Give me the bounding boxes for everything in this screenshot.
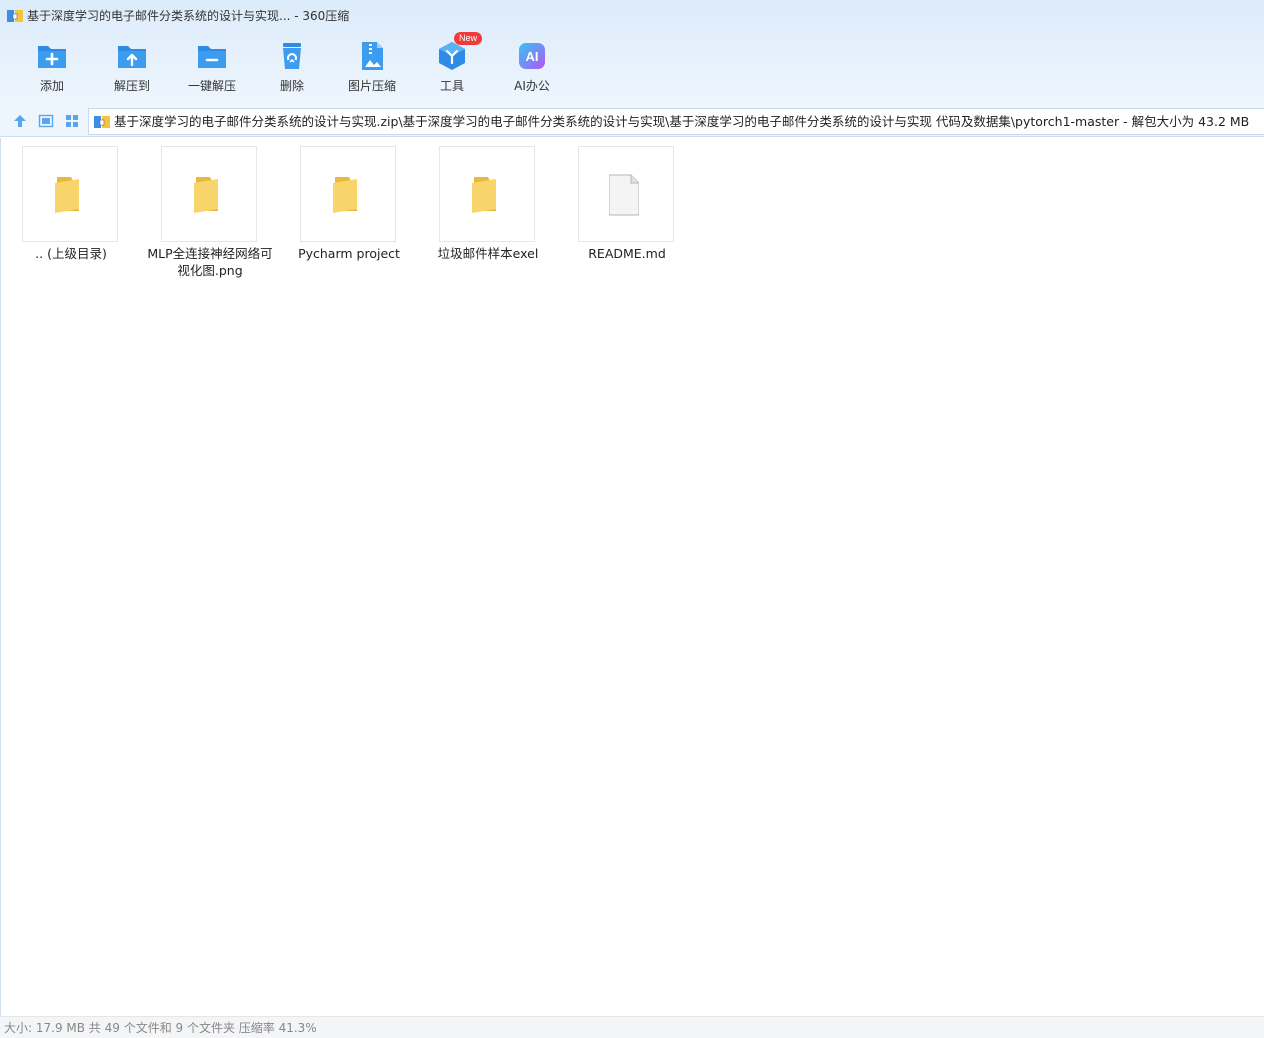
new-badge: New [454, 32, 482, 45]
header: 基于深度学习的电子邮件分类系统的设计与实现... - 360压缩 添加 解压到 [0, 0, 1264, 105]
one-click-extract-button[interactable]: 一键解压 [172, 36, 252, 100]
detail-view-icon[interactable] [38, 113, 54, 129]
grid-view-icon[interactable] [64, 113, 80, 129]
status-text: 大小: 17.9 MB 共 49 个文件和 9 个文件夹 压缩率 41.3% [4, 1021, 317, 1035]
file-list: .. (上级目录) MLP全连接神经网络可视化图.png Pycharm pro… [0, 138, 1264, 1016]
path-field[interactable]: 基于深度学习的电子邮件分类系统的设计与实现.zip\基于深度学习的电子邮件分类系… [88, 108, 1264, 135]
archive-path-icon [94, 116, 110, 128]
ai-office-icon: AI [519, 43, 545, 69]
archive-app-icon [7, 10, 23, 22]
extract-to-icon [118, 46, 146, 68]
file-name: README.md [588, 246, 666, 261]
file-item-mlp-png[interactable]: MLP全连接神经网络可视化图.png [145, 146, 275, 286]
title-bar: 基于深度学习的电子邮件分类系统的设计与实现... - 360压缩 [0, 0, 1264, 32]
image-compress-label: 图片压缩 [347, 79, 396, 93]
document-icon [609, 174, 639, 216]
tools-button[interactable]: 工具 [412, 36, 492, 100]
one-click-extract-icon [198, 46, 226, 68]
up-arrow-icon[interactable] [12, 113, 28, 129]
folder-icon [472, 177, 496, 213]
file-item-spam-samples[interactable]: 垃圾邮件样本exel [423, 146, 553, 286]
file-item-parent-dir[interactable]: .. (上级目录) [6, 146, 136, 286]
file-thumbnail [300, 146, 396, 242]
ai-office-button[interactable]: AI AI办公 [492, 36, 572, 100]
delete-label: 删除 [279, 79, 304, 93]
file-thumbnail [439, 146, 535, 242]
one-click-extract-label: 一键解压 [187, 79, 236, 93]
folder-icon [55, 177, 79, 213]
extract-to-button[interactable]: 解压到 [92, 36, 172, 100]
tools-label: 工具 [439, 79, 464, 93]
path-text: 基于深度学习的电子邮件分类系统的设计与实现.zip\基于深度学习的电子邮件分类系… [114, 114, 1250, 129]
window-title: 基于深度学习的电子邮件分类系统的设计与实现... - 360压缩 [27, 9, 350, 23]
ai-office-label: AI办公 [514, 79, 550, 93]
toolbar: 添加 解压到 一键解压 删除 图片压缩 工具 AI AI办公 [12, 36, 572, 100]
add-button[interactable]: 添加 [12, 36, 92, 100]
ai-glyph: AI [526, 49, 539, 64]
file-thumbnail [161, 146, 257, 242]
file-name: MLP全连接神经网络可视化图.png [147, 246, 273, 278]
extract-to-label: 解压到 [113, 79, 150, 93]
file-thumbnail [578, 146, 674, 242]
file-name: 垃圾邮件样本exel [437, 246, 539, 261]
file-item-pycharm-project[interactable]: Pycharm project [284, 146, 414, 286]
add-label: 添加 [39, 79, 64, 93]
image-compress-button[interactable]: 图片压缩 [332, 36, 412, 100]
delete-button[interactable]: 删除 [252, 36, 332, 100]
status-bar: 大小: 17.9 MB 共 49 个文件和 9 个文件夹 压缩率 41.3% [0, 1016, 1264, 1038]
file-item-readme[interactable]: README.md [562, 146, 692, 286]
folder-icon [194, 177, 218, 213]
file-name: Pycharm project [298, 246, 400, 261]
add-folder-icon [38, 46, 66, 68]
app-window: 基于深度学习的电子邮件分类系统的设计与实现... - 360压缩 添加 解压到 [0, 0, 1264, 1038]
file-thumbnail [22, 146, 118, 242]
folder-icon [333, 177, 357, 213]
image-compress-icon [362, 42, 383, 70]
trash-icon [283, 43, 301, 69]
address-bar: 基于深度学习的电子邮件分类系统的设计与实现.zip\基于深度学习的电子邮件分类系… [0, 105, 1264, 137]
file-name: .. (上级目录) [35, 246, 107, 261]
